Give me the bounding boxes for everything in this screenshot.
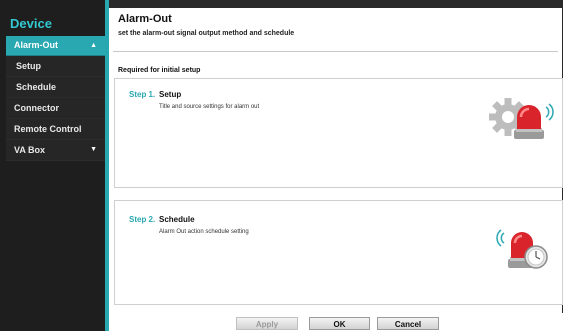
sidebar: Device Alarm-Out ▲ Setup Schedule Connec…	[0, 0, 105, 331]
header-divider	[113, 51, 558, 52]
sidebar-item-label: VA Box	[14, 145, 46, 155]
sidebar-item-setup[interactable]: Setup	[6, 56, 105, 77]
sidebar-item-label: Connector	[14, 103, 59, 113]
step-description: Title and source settings for alarm out	[159, 104, 260, 110]
step-card-setup[interactable]: Step 1. Setup Title and source settings …	[114, 78, 563, 188]
page-title: Alarm-Out	[118, 13, 172, 25]
page-subtitle: set the alarm-out signal output method a…	[118, 30, 295, 37]
chevron-up-icon: ▲	[90, 42, 97, 49]
cancel-button[interactable]: Cancel	[377, 317, 439, 330]
sidebar-item-alarm-out[interactable]: Alarm-Out ▲	[6, 36, 105, 56]
siren-clock-icon	[496, 221, 552, 276]
step-number: Step 2.	[129, 215, 156, 224]
sidebar-item-connector[interactable]: Connector	[6, 98, 105, 119]
main-content: Alarm-Out set the alarm-out signal outpu…	[109, 8, 563, 331]
chevron-down-icon: ▼	[90, 146, 97, 153]
sidebar-title: Device	[10, 16, 52, 31]
sidebar-item-label: Schedule	[16, 82, 57, 92]
sidebar-item-remote-control[interactable]: Remote Control	[6, 119, 105, 140]
step-description: Alarm Out action schedule setting	[159, 229, 249, 235]
sidebar-item-label: Remote Control	[14, 124, 82, 134]
step-number: Step 1.	[129, 90, 156, 99]
apply-button[interactable]: Apply	[236, 317, 298, 330]
sidebar-menu: Alarm-Out ▲ Setup Schedule Connector Rem…	[6, 36, 105, 161]
gear-siren-icon	[488, 93, 554, 150]
step-title: Setup	[159, 90, 182, 99]
sidebar-item-va-box[interactable]: VA Box ▼	[6, 140, 105, 161]
sidebar-item-label: Setup	[16, 61, 42, 71]
step-card-schedule[interactable]: Step 2. Schedule Alarm Out action schedu…	[114, 200, 563, 305]
section-label: Required for initial setup	[118, 67, 201, 74]
button-bar: Apply OK Cancel	[109, 313, 563, 331]
step-title: Schedule	[159, 215, 195, 224]
sidebar-item-schedule[interactable]: Schedule	[6, 77, 105, 98]
ok-button[interactable]: OK	[309, 317, 370, 330]
sidebar-item-label: Alarm-Out	[14, 40, 59, 50]
